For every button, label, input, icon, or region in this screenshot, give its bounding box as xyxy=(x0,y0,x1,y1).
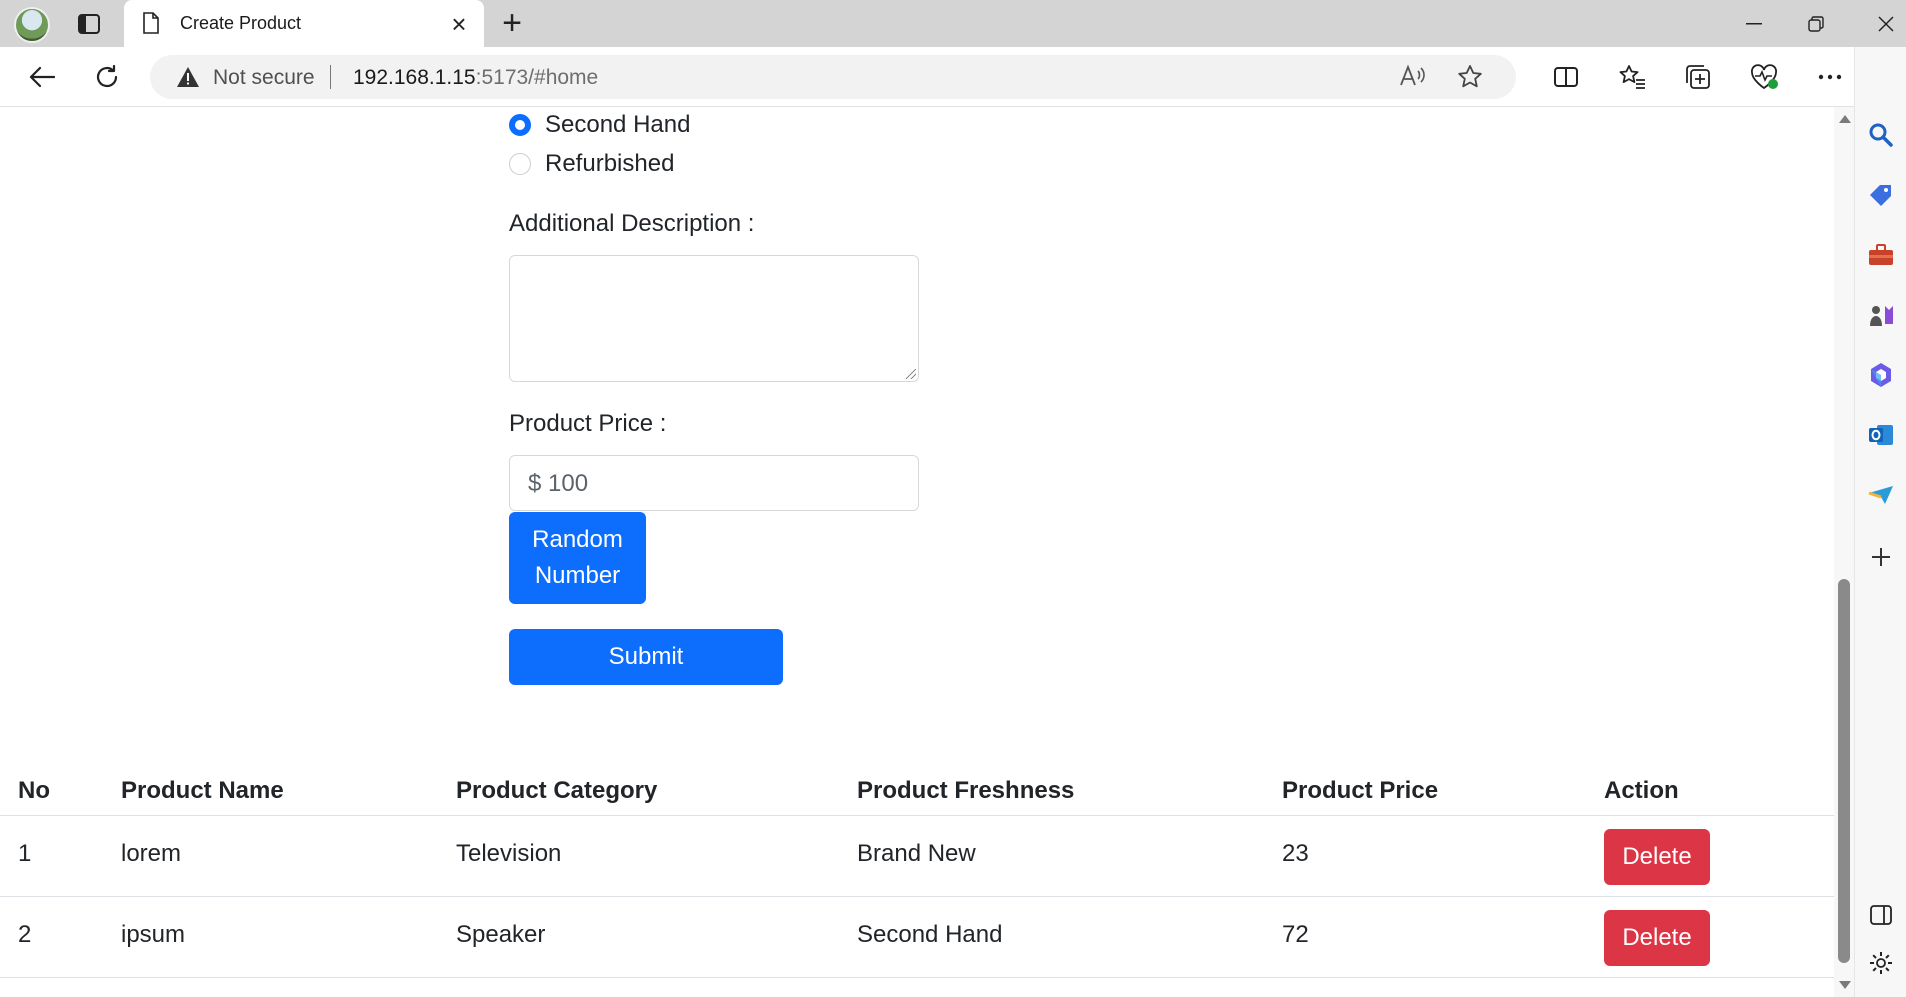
radio-option-second-hand[interactable]: Second Hand xyxy=(509,111,690,139)
tab-create-product[interactable]: Create Product × xyxy=(124,0,484,47)
tools-toolbox-icon[interactable] xyxy=(1865,239,1897,271)
read-aloud-icon[interactable] xyxy=(1398,63,1426,96)
delete-button[interactable]: Delete xyxy=(1604,829,1710,885)
sidebar-settings-gear-icon[interactable] xyxy=(1865,947,1897,979)
price-label: Product Price : xyxy=(509,410,667,437)
cell-product-name: ipsum xyxy=(121,921,186,948)
radio-label: Second Hand xyxy=(545,111,691,138)
header-product-category: Product Category xyxy=(456,777,658,804)
scroll-up-arrow-icon[interactable] xyxy=(1839,115,1851,123)
tab-close-icon[interactable]: × xyxy=(444,9,474,39)
back-icon[interactable] xyxy=(22,57,62,97)
browser-essentials-icon[interactable] xyxy=(1744,57,1784,97)
cell-product-name: lorem xyxy=(121,840,182,867)
window-close-icon[interactable] xyxy=(1862,6,1906,42)
hide-sidebar-icon[interactable] xyxy=(1865,899,1897,931)
outlook-icon[interactable] xyxy=(1865,419,1897,451)
url-path: :5173/#home xyxy=(475,66,599,89)
header-product-price: Product Price xyxy=(1282,777,1439,804)
header-product-freshness: Product Freshness xyxy=(857,777,1075,804)
cell-product-freshness: Second Hand xyxy=(857,921,1003,948)
price-input[interactable]: $ 100 xyxy=(509,455,919,511)
favorites-icon[interactable] xyxy=(1612,57,1652,97)
header-no: No xyxy=(18,777,50,804)
page-viewport: Second Hand Refurbished Additional Descr… xyxy=(0,107,1834,997)
cell-product-category: Television xyxy=(456,840,562,867)
random-number-button-label: Random Number xyxy=(532,522,623,594)
radio-button[interactable] xyxy=(509,153,531,175)
table-row: 2 ipsum Speaker Second Hand 72 Delete xyxy=(0,897,1834,978)
description-textarea[interactable] xyxy=(509,255,919,382)
submit-button[interactable]: Submit xyxy=(509,629,783,685)
header-product-name: Product Name xyxy=(121,777,284,804)
send-drop-icon[interactable] xyxy=(1865,479,1897,511)
url-host: 192.168.1.15 xyxy=(353,66,476,89)
collections-icon[interactable] xyxy=(1678,57,1718,97)
page-scrollbar[interactable] xyxy=(1834,107,1854,997)
microsoft-365-icon[interactable] xyxy=(1865,359,1897,391)
browser-toolbar: Not secure 192.168.1.15:5173/#home xyxy=(0,47,1906,107)
header-action: Action xyxy=(1604,777,1679,804)
cell-product-category: Speaker xyxy=(456,921,546,948)
page-icon xyxy=(142,12,160,39)
url-text[interactable]: 192.168.1.15:5173/#home xyxy=(353,66,598,90)
add-sidebar-app-icon[interactable] xyxy=(1865,541,1897,573)
cell-product-price: 72 xyxy=(1282,921,1309,948)
random-number-button[interactable]: Random Number xyxy=(509,512,646,604)
browser-tab-bar: Create Product × + xyxy=(0,0,1906,47)
games-icon[interactable] xyxy=(1865,299,1897,331)
warning-icon[interactable] xyxy=(176,66,200,93)
products-table: No Product Name Product Category Product… xyxy=(0,749,1834,978)
delete-button[interactable]: Delete xyxy=(1604,910,1710,966)
cell-no: 2 xyxy=(18,921,32,948)
more-options-icon[interactable] xyxy=(1810,57,1850,97)
tab-actions-icon[interactable] xyxy=(74,10,104,38)
tab-title: Create Product xyxy=(180,13,302,33)
new-tab-icon[interactable]: + xyxy=(494,6,530,42)
profile-avatar[interactable] xyxy=(14,7,50,43)
edge-sidebar xyxy=(1854,47,1906,997)
radio-option-refurbished[interactable]: Refurbished xyxy=(509,150,674,178)
scrollbar-thumb[interactable] xyxy=(1838,579,1850,963)
address-bar[interactable]: Not secure 192.168.1.15:5173/#home xyxy=(150,55,1516,99)
cell-no: 1 xyxy=(18,840,32,867)
favorite-star-icon[interactable] xyxy=(1456,63,1484,96)
cell-product-freshness: Brand New xyxy=(857,840,976,867)
address-separator xyxy=(330,65,331,89)
minimize-icon[interactable] xyxy=(1730,6,1778,42)
random-button-line-1: Random xyxy=(532,526,623,553)
radio-label: Refurbished xyxy=(545,150,675,177)
table-row: 1 lorem Television Brand New 23 Delete xyxy=(0,816,1834,897)
search-icon[interactable] xyxy=(1865,119,1897,151)
refresh-icon[interactable] xyxy=(87,57,127,97)
restore-icon[interactable] xyxy=(1792,6,1840,42)
split-screen-icon[interactable] xyxy=(1546,57,1586,97)
radio-button-checked[interactable] xyxy=(509,114,531,136)
random-button-line-2: Number xyxy=(534,562,621,589)
shopping-tag-icon[interactable] xyxy=(1865,179,1897,211)
resize-handle-icon[interactable] xyxy=(906,369,916,379)
cell-product-price: 23 xyxy=(1282,840,1309,867)
description-label: Additional Description : xyxy=(509,210,755,237)
table-header-row: No Product Name Product Category Product… xyxy=(0,749,1834,816)
not-secure-label[interactable]: Not secure xyxy=(213,66,315,90)
scroll-down-arrow-icon[interactable] xyxy=(1839,981,1851,989)
